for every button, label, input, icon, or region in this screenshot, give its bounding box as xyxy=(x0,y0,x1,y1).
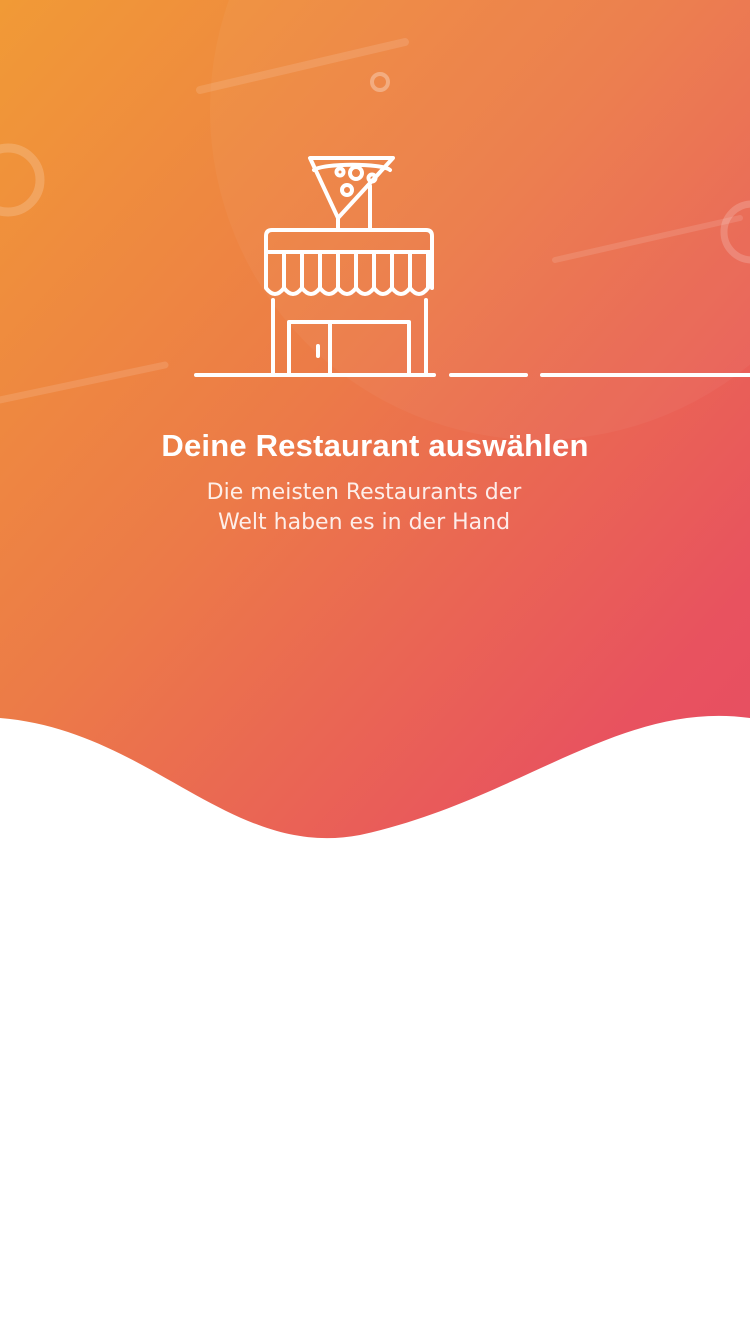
onboarding-title: Deine Restaurant auswählen xyxy=(161,428,589,463)
subtitle-line: Welt haben es in der Hand xyxy=(217,510,511,535)
subtitle-line: Die meisten Restaurants der xyxy=(206,480,522,505)
onboarding-subtitle: Die meisten Restaurants der Welt haben e… xyxy=(0,478,728,538)
onboarding-screen: Deine Restaurant auswählen Die meisten R… xyxy=(0,0,750,1334)
restaurant-storefront-with-pizza-icon xyxy=(194,156,750,377)
